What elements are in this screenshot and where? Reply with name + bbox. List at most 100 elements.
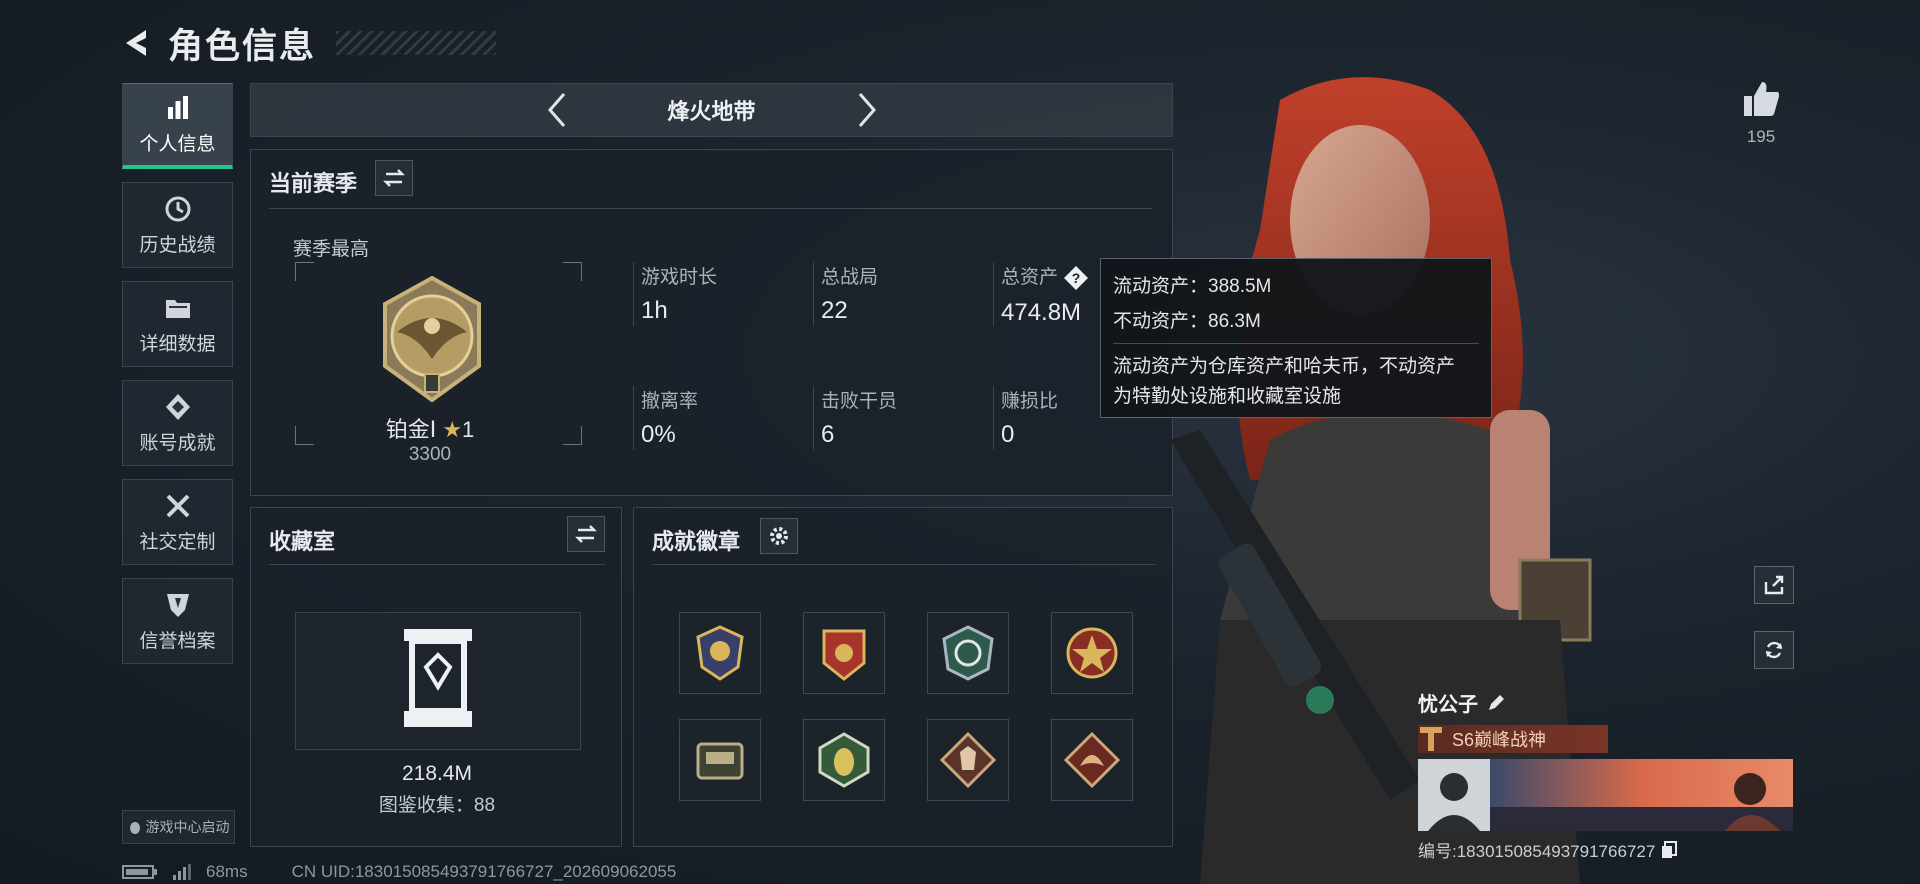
- signal-icon: [173, 864, 191, 880]
- collection-divider: [269, 564, 605, 565]
- season-switch-button[interactable]: [375, 160, 413, 196]
- stat-kills: 击败干员 6: [812, 386, 898, 450]
- folder-icon: [165, 299, 190, 318]
- mode-switcher: 烽火地带: [250, 83, 1173, 137]
- badge-slot[interactable]: [927, 719, 1009, 801]
- badge-slot[interactable]: [803, 719, 885, 801]
- current-season-panel: 当前赛季 赛季最高 铂金Ⅰ ★1 3300 游戏时长 1h 总战局 22 总资产…: [250, 149, 1173, 496]
- player-uid-row: 编号:18301508549379176672​7: [1418, 837, 1793, 862]
- stat-total-matches: 总战局 22: [812, 262, 878, 326]
- nav-item-achievements[interactable]: 账号成就: [122, 380, 233, 466]
- title-tag-label: S6巅峰战神: [1452, 730, 1547, 750]
- title-tag: S6巅峰战神: [1418, 725, 1608, 753]
- stat-value: 474.8M: [1001, 298, 1082, 326]
- battery-icon: [122, 865, 157, 879]
- game-center-button[interactable]: 游戏中心启动: [122, 810, 235, 844]
- like-button[interactable]: 195: [1740, 78, 1782, 147]
- page-title: 角色信息: [168, 26, 317, 66]
- share-button[interactable]: [1754, 566, 1794, 604]
- stat-label: 游戏时长: [641, 267, 718, 288]
- season-divider: [269, 208, 1152, 209]
- rank-line: 铂金Ⅰ ★1: [305, 412, 555, 444]
- stat-profit-ratio: 赚损比 0: [992, 386, 1058, 450]
- badge-wolf-icon: [939, 731, 997, 789]
- nav-item-detailed-data[interactable]: 详细数据: [122, 281, 233, 367]
- back-arrow-icon[interactable]: [120, 26, 154, 60]
- badges-settings-button[interactable]: [760, 518, 798, 554]
- badge-slot[interactable]: [679, 719, 761, 801]
- player-banner[interactable]: [1418, 759, 1793, 831]
- side-nav: 个人信息 历史战绩 详细数据 账号成就 社交定制 信誉档案: [122, 83, 235, 677]
- penguin-icon: [129, 822, 140, 834]
- nav-item-personal-info[interactable]: 个人信息: [122, 83, 233, 169]
- help-icon[interactable]: ?: [1063, 265, 1089, 291]
- badges-divider: [652, 564, 1156, 565]
- nav-item-history[interactable]: 历史战绩: [122, 182, 233, 268]
- player-uid: 编号:18301508549379176672​7: [1418, 842, 1656, 861]
- collection-count: 图鉴收集：88: [378, 795, 496, 816]
- player-card: 忧公子 S6巅峰战神 编号:18301508549379176672​7: [1418, 688, 1793, 862]
- ping-value: 68ms: [206, 862, 248, 881]
- tools-icon: [166, 494, 189, 517]
- edit-icon[interactable]: [1486, 693, 1506, 713]
- refresh-button[interactable]: [1754, 631, 1794, 669]
- tooltip-desc-line: 流动资产为仓库资产和哈夫币，不动资产: [1113, 356, 1456, 377]
- copy-icon[interactable]: [1661, 840, 1678, 859]
- tooltip-fixed-assets: 不动资产：86.3M: [1113, 311, 1261, 332]
- collection-panel: 收藏室 218.4M 图鉴收集：88: [250, 507, 622, 847]
- stat-total-assets: 总资产 ? 474.8M: [992, 262, 1089, 327]
- badge-slot[interactable]: [679, 612, 761, 694]
- stat-play-time: 游戏时长 1h: [632, 262, 718, 326]
- stat-value: 6: [821, 421, 835, 448]
- badge-globe-icon: [942, 625, 994, 681]
- stat-value: 22: [821, 297, 848, 324]
- footer-uid: CN UID:18301508549379176672​7_2026090620…: [291, 862, 677, 881]
- frame-corner: [563, 426, 582, 445]
- badge-slot[interactable]: [1051, 719, 1133, 801]
- stat-value: 0: [1001, 421, 1015, 448]
- stat-label-text: 总资产: [1001, 267, 1059, 288]
- collection-switch-button[interactable]: [567, 516, 605, 552]
- stat-label: 总资产 ?: [1001, 262, 1089, 291]
- banner-image: [1490, 759, 1793, 831]
- nav-item-credit[interactable]: 信誉档案: [122, 578, 233, 664]
- badge-slot[interactable]: [1051, 612, 1133, 694]
- share-icon: [1764, 575, 1784, 595]
- rank-stars: 1: [462, 417, 475, 442]
- swap-icon: [383, 169, 405, 187]
- stat-extract-rate: 撤离率 0%: [632, 386, 699, 450]
- star-icon: ★: [442, 417, 463, 442]
- badge-slot[interactable]: [927, 612, 1009, 694]
- nav-label: 信誉档案: [139, 630, 216, 652]
- bar-chart-icon: [167, 96, 188, 119]
- thumbs-up-icon: [1744, 82, 1779, 116]
- frame-corner: [295, 262, 314, 281]
- rank-score: 3300: [408, 444, 452, 465]
- badges-title: 成就徽章: [652, 529, 741, 554]
- frame-corner: [563, 262, 582, 281]
- badge-flag-icon: [822, 629, 866, 681]
- nav-label: 个人信息: [139, 134, 216, 155]
- rank-medal-icon: [383, 275, 481, 403]
- shield-icon: [166, 593, 189, 617]
- collection-title: 收藏室: [269, 529, 336, 554]
- badge-star-icon: [1066, 627, 1118, 679]
- prev-arrow-icon[interactable]: [542, 90, 572, 130]
- stat-value: 1h: [641, 297, 668, 324]
- next-arrow-icon[interactable]: [852, 90, 882, 130]
- season-title: 当前赛季: [269, 171, 358, 196]
- stat-label: 撤离率: [641, 391, 699, 412]
- display-case-icon: [404, 629, 472, 727]
- page-header: 角色信息: [120, 18, 497, 68]
- title-emblem-icon: [1420, 727, 1442, 751]
- nav-label: 详细数据: [139, 333, 216, 355]
- collection-preview[interactable]: [295, 612, 581, 750]
- tooltip-liquid-assets: 流动资产：388.5M: [1113, 276, 1272, 297]
- nav-label: 账号成就: [139, 432, 216, 454]
- stat-label: 击败干员: [821, 391, 898, 412]
- badge-vehicle-icon: [696, 742, 744, 780]
- swap-icon: [575, 525, 597, 543]
- collection-value: 218.4M: [401, 762, 473, 785]
- badge-slot[interactable]: [803, 612, 885, 694]
- nav-item-social[interactable]: 社交定制: [122, 479, 233, 565]
